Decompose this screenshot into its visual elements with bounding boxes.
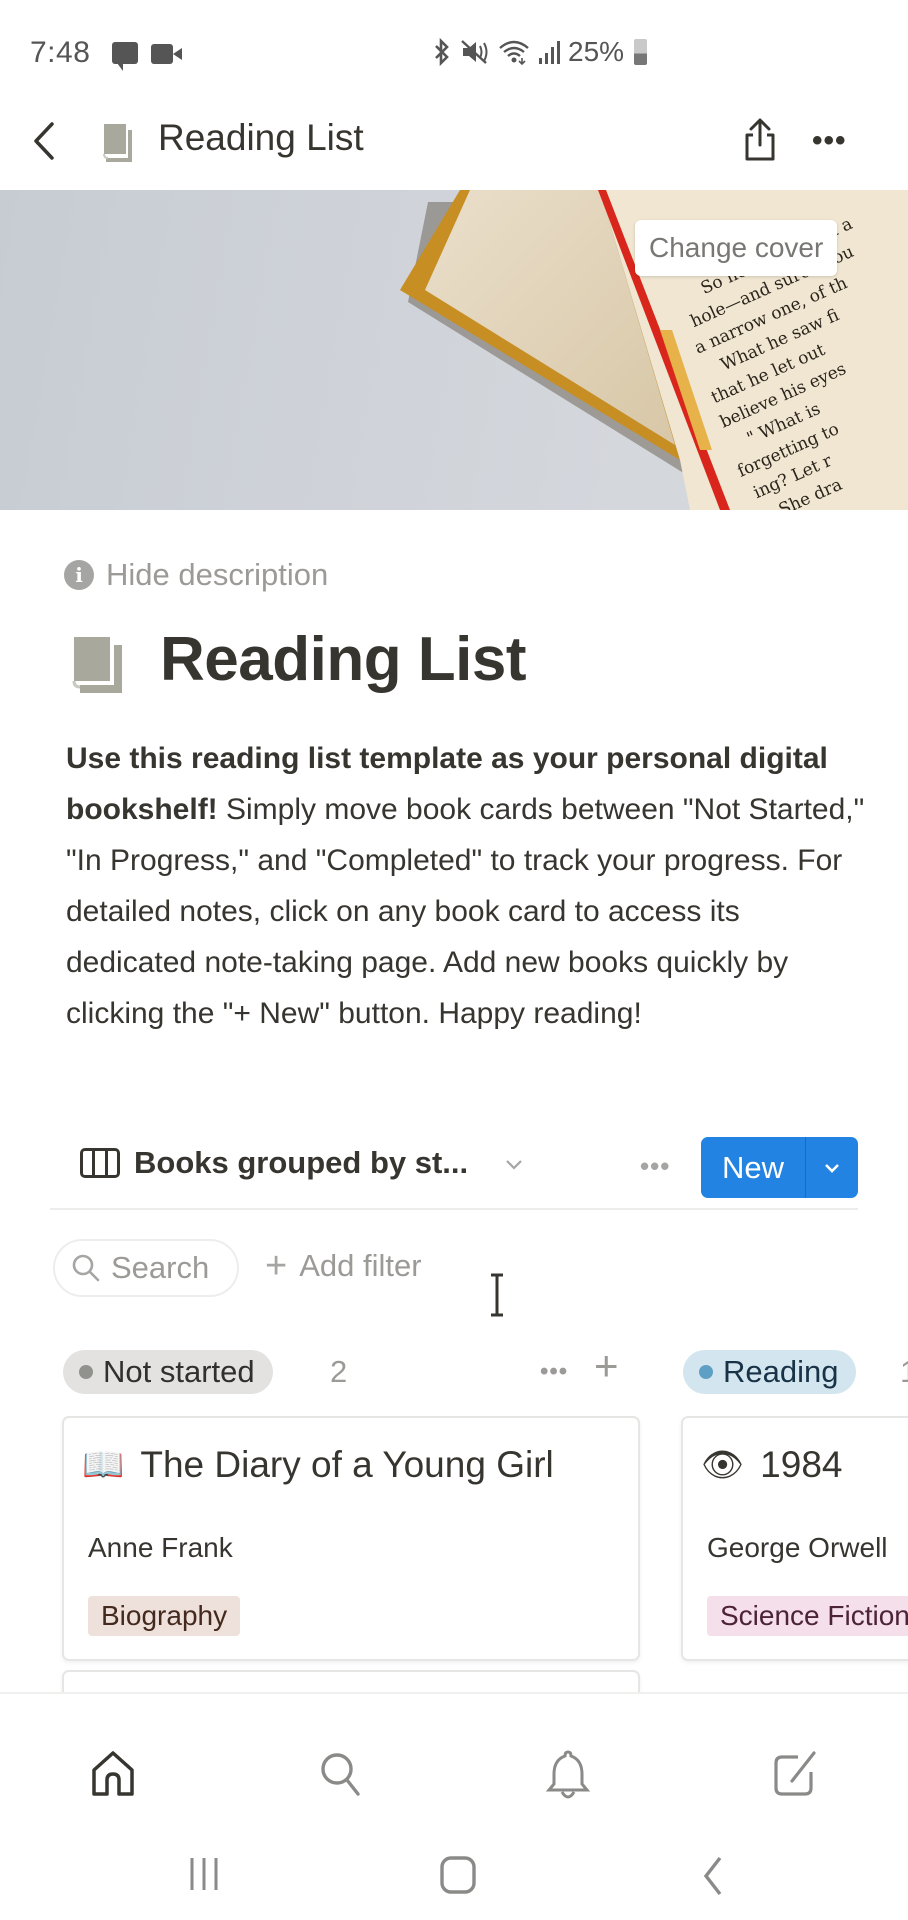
view-label: Books grouped by st...	[134, 1145, 469, 1180]
book-card[interactable]: 👁 1984 George Orwell Science Fiction	[681, 1416, 908, 1661]
page-book-icon[interactable]	[70, 635, 126, 695]
board-icon	[80, 1148, 120, 1178]
card-author: Anne Frank	[88, 1532, 233, 1563]
home-button-icon[interactable]	[438, 1854, 480, 1898]
status-dot	[79, 1365, 93, 1379]
bell-icon[interactable]	[543, 1748, 593, 1800]
add-filter-label: Add filter	[299, 1248, 422, 1283]
back-icon[interactable]	[694, 1854, 734, 1898]
recent-apps-icon[interactable]	[184, 1854, 224, 1894]
open-book-icon: 📖	[82, 1445, 125, 1485]
mute-icon	[461, 40, 488, 64]
battery-icon	[634, 39, 648, 65]
chevron-down-icon[interactable]	[503, 1153, 525, 1175]
new-dropdown-button[interactable]	[806, 1137, 858, 1198]
group-add-button[interactable]: +	[594, 1345, 619, 1387]
status-dot	[699, 1365, 713, 1379]
search-input[interactable]: Search	[53, 1239, 239, 1297]
genre-tag: Science Fiction	[707, 1596, 908, 1636]
view-selector[interactable]: Books grouped by st...	[80, 1145, 468, 1181]
card-title: 1984	[760, 1444, 843, 1485]
add-filter-button[interactable]: + Add filter	[265, 1247, 422, 1285]
header-title: Reading List	[158, 117, 364, 158]
bottom-navigation	[0, 1692, 908, 1920]
search-icon[interactable]	[316, 1748, 366, 1800]
signal-icon	[539, 41, 560, 64]
card-title: The Diary of a Young Girl	[140, 1444, 554, 1485]
share-icon[interactable]	[740, 115, 780, 165]
more-options-button[interactable]: •••	[812, 124, 847, 158]
search-icon	[72, 1254, 100, 1282]
book-icon	[103, 124, 132, 162]
description-text: Simply move book cards between "Not Star…	[66, 793, 865, 1030]
group-header-not-started[interactable]: Not started	[63, 1350, 273, 1394]
toolbar-divider	[50, 1208, 858, 1210]
new-button-group: New	[701, 1137, 858, 1198]
search-placeholder: Search	[111, 1250, 210, 1285]
status-icons: 25%	[432, 36, 648, 68]
group-header-reading[interactable]: Reading	[683, 1350, 857, 1394]
hide-description-label: Hide description	[106, 557, 329, 592]
bluetooth-icon	[435, 38, 449, 66]
view-options-button[interactable]: •••	[640, 1151, 670, 1182]
compose-icon[interactable]	[770, 1748, 820, 1800]
text-cursor-icon	[491, 1273, 503, 1317]
change-cover-button[interactable]: Change cover	[635, 220, 838, 276]
page-description: Use this reading list template as your p…	[66, 733, 866, 1039]
card-title-row: 📖 The Diary of a Young Girl	[82, 1444, 554, 1486]
status-time: 7:48	[30, 36, 91, 69]
back-button[interactable]	[26, 118, 62, 164]
group-options-button[interactable]: •••	[540, 1358, 568, 1386]
hide-description-button[interactable]: i Hide description	[64, 557, 328, 593]
battery-percent: 25%	[568, 36, 625, 67]
card-title-row: 👁 1984	[701, 1444, 842, 1486]
genre-tag: Biography	[88, 1596, 241, 1636]
group-count: 2	[330, 1354, 348, 1389]
card-author: George Orwell	[707, 1532, 888, 1563]
plus-icon: +	[265, 1245, 288, 1287]
group-count: 1	[900, 1354, 908, 1390]
book-card[interactable]: 📖 The Diary of a Young Girl Anne Frank B…	[62, 1416, 640, 1661]
message-icon	[112, 42, 138, 71]
chevron-down-icon	[825, 1163, 839, 1173]
group-label: Reading	[723, 1354, 839, 1389]
info-icon: i	[64, 560, 94, 590]
eye-icon: 👁	[701, 1445, 745, 1485]
wifi-icon	[499, 40, 529, 66]
new-button[interactable]: New	[701, 1137, 806, 1198]
home-icon[interactable]	[88, 1748, 138, 1800]
page-title: Reading List	[160, 625, 527, 694]
video-icon	[151, 44, 182, 64]
group-label: Not started	[103, 1354, 255, 1389]
